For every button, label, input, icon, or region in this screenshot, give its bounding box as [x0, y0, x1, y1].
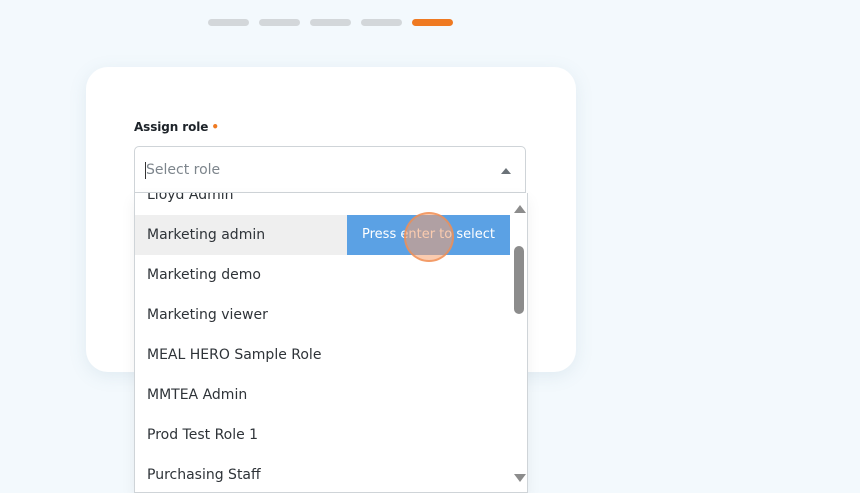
- role-option-label: Lloyd Admin: [147, 193, 234, 203]
- role-option-meal-hero-sample-role[interactable]: MEAL HERO Sample Role: [135, 335, 510, 375]
- role-option-label: Marketing demo: [147, 267, 261, 283]
- role-option-mmtea-admin[interactable]: MMTEA Admin: [135, 375, 510, 415]
- role-select[interactable]: [134, 146, 526, 193]
- role-search-input[interactable]: [146, 159, 486, 181]
- chevron-up-icon[interactable]: [501, 168, 511, 174]
- assign-role-label: Assign role •: [134, 120, 219, 134]
- step-1-indicator: [208, 19, 249, 26]
- role-option-purchasing-staff[interactable]: Purchasing Staff: [135, 455, 510, 492]
- role-dropdown-menu: Lloyd Admin Marketing admin Press enter …: [134, 193, 528, 493]
- step-4-indicator: [361, 19, 402, 26]
- role-option-marketing-admin[interactable]: Marketing admin Press enter to select: [135, 215, 510, 255]
- role-option-label: MMTEA Admin: [147, 387, 248, 403]
- scroll-down-arrow-icon[interactable]: [514, 474, 526, 482]
- press-enter-hint: Press enter to select: [347, 215, 510, 255]
- role-option-label: MEAL HERO Sample Role: [147, 347, 322, 363]
- scroll-up-arrow-icon[interactable]: [514, 205, 526, 213]
- role-option-lloyd-admin[interactable]: Lloyd Admin: [135, 193, 510, 215]
- step-5-indicator-active: [412, 19, 453, 26]
- dropdown-scrollbar[interactable]: [510, 193, 527, 492]
- role-option-label: Marketing viewer: [147, 307, 268, 323]
- role-option-marketing-viewer[interactable]: Marketing viewer: [135, 295, 510, 335]
- step-2-indicator: [259, 19, 300, 26]
- role-option-label: Purchasing Staff: [147, 467, 261, 483]
- role-option-marketing-demo[interactable]: Marketing demo: [135, 255, 510, 295]
- role-option-label: Prod Test Role 1: [147, 427, 259, 443]
- role-options-list: Lloyd Admin Marketing admin Press enter …: [135, 193, 510, 492]
- required-indicator: •: [211, 120, 219, 134]
- role-option-label: Marketing admin: [147, 227, 266, 243]
- assign-role-label-text: Assign role: [134, 120, 209, 134]
- progress-stepper: [208, 19, 453, 26]
- scrollbar-thumb[interactable]: [514, 246, 524, 314]
- role-option-prod-test-role-1[interactable]: Prod Test Role 1: [135, 415, 510, 455]
- step-3-indicator: [310, 19, 351, 26]
